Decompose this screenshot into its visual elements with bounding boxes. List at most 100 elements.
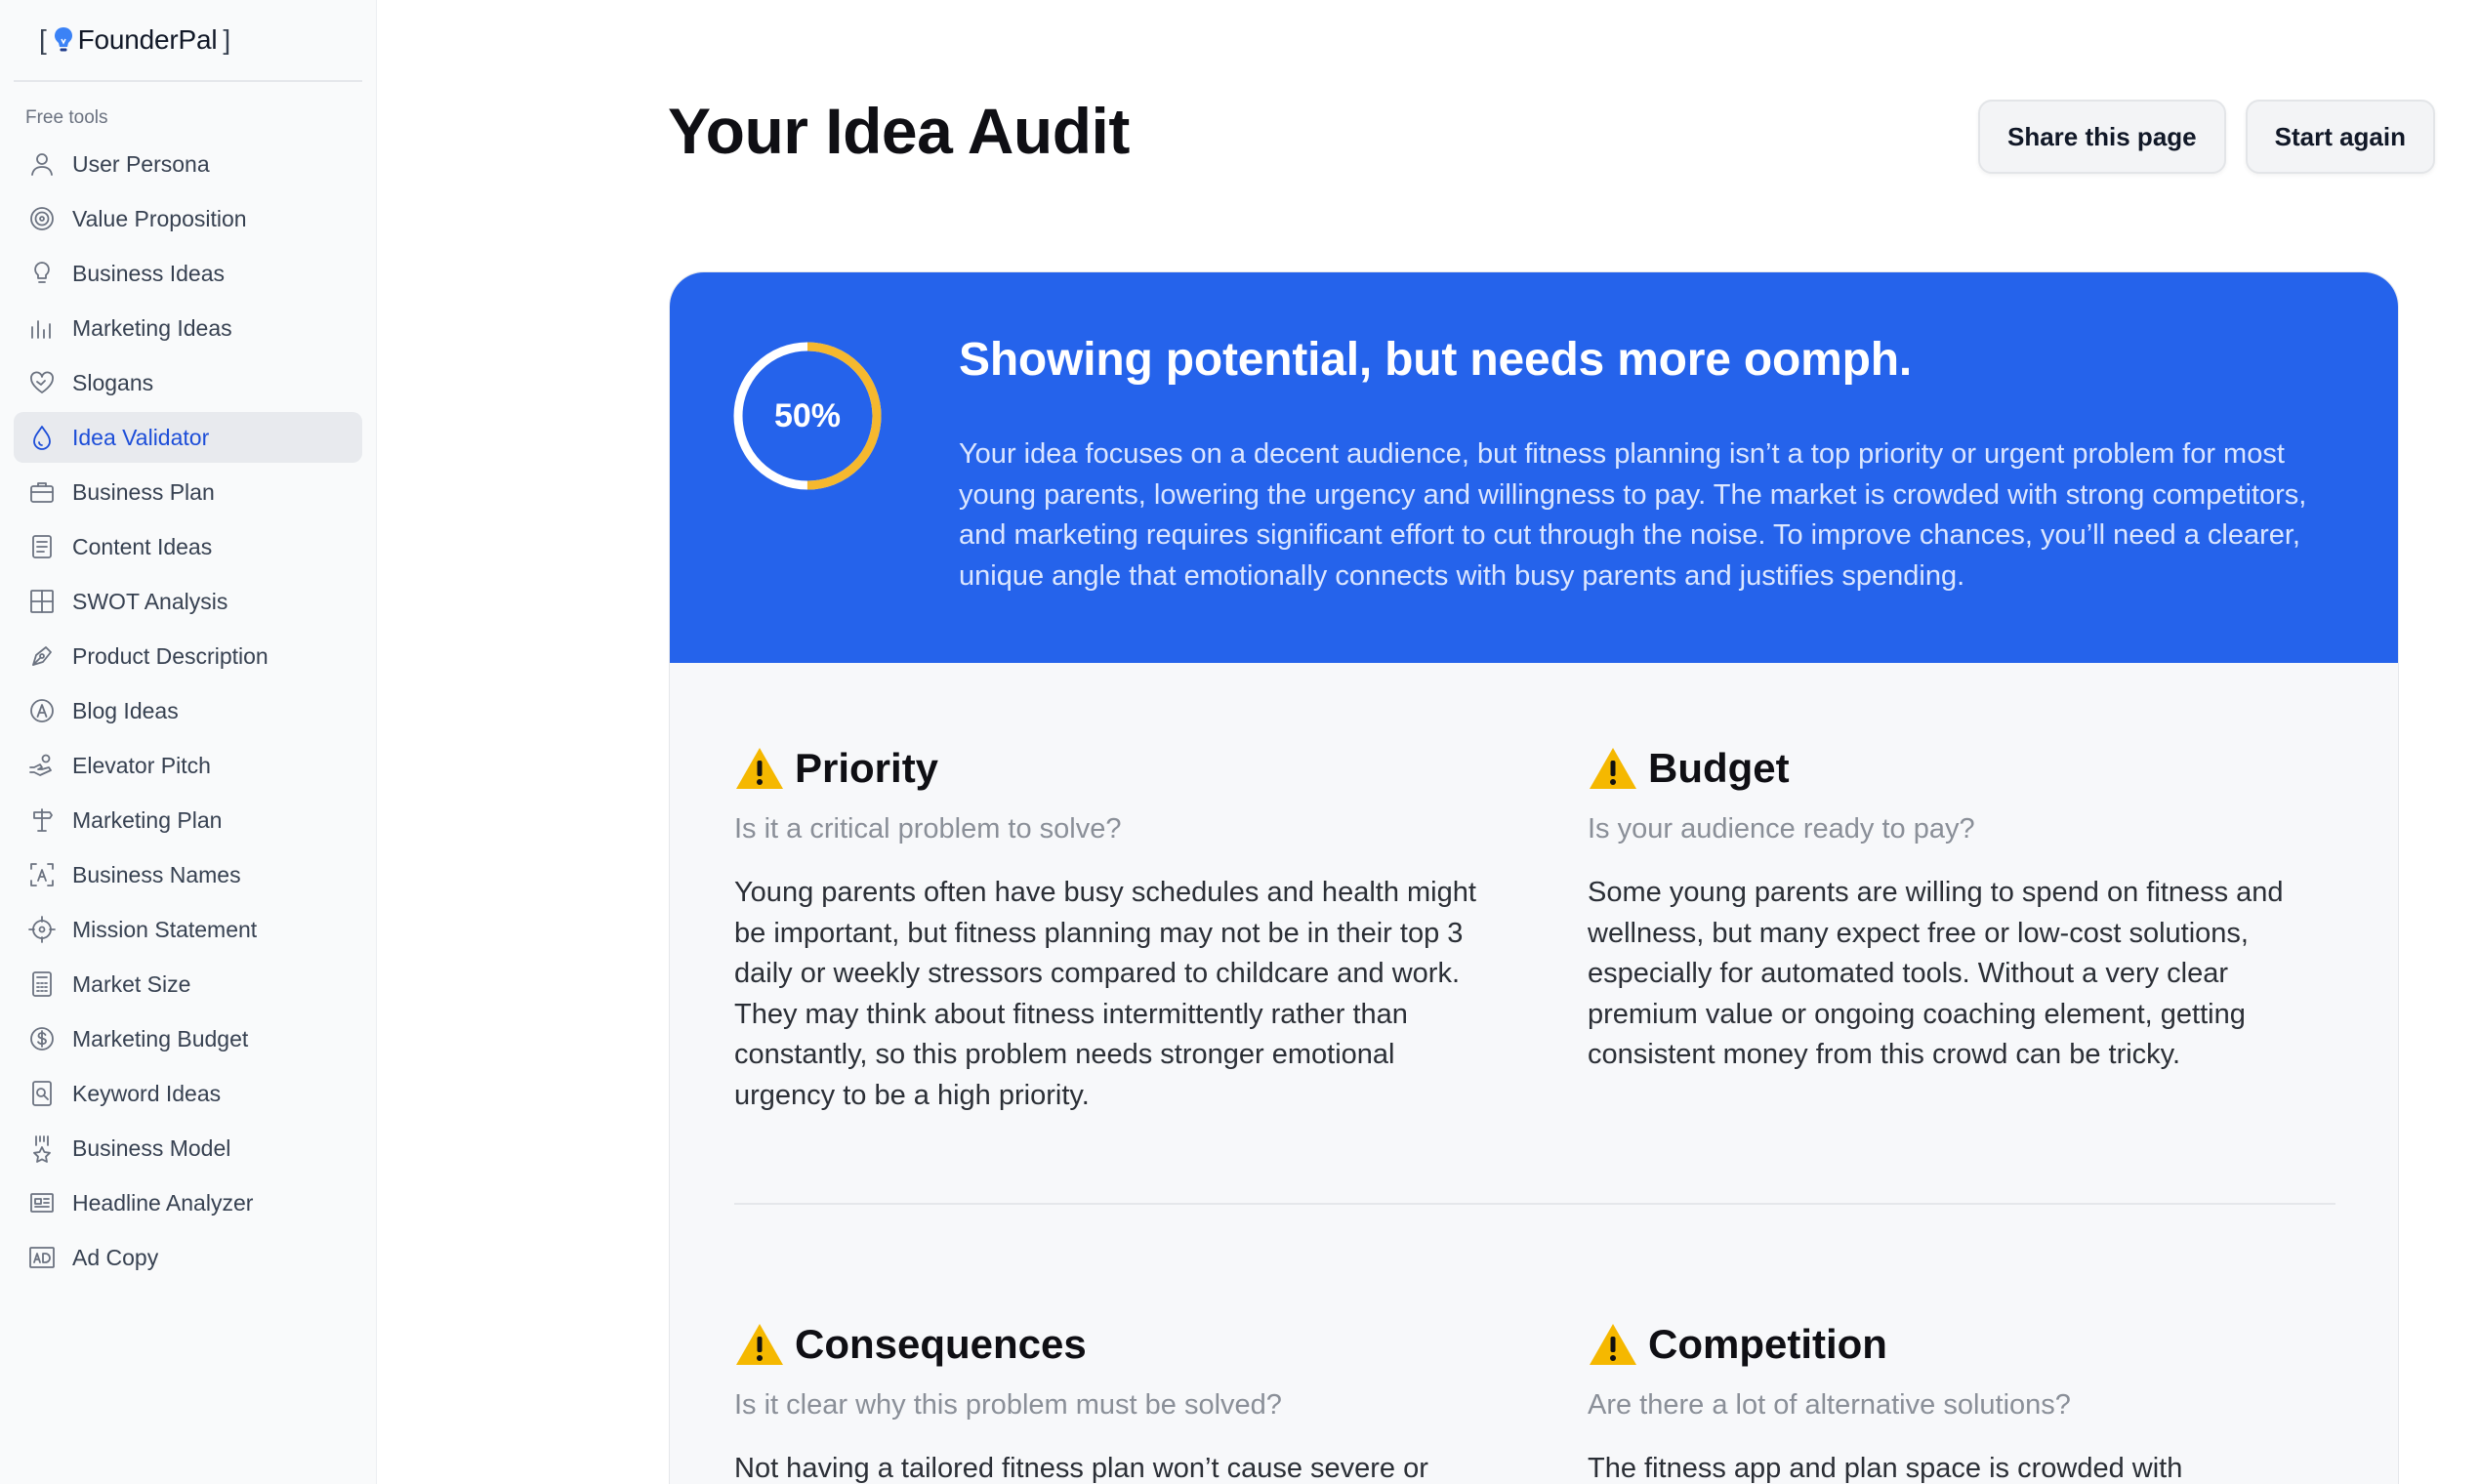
sidebar-item-keyword-ideas[interactable]: Keyword Ideas	[14, 1068, 362, 1119]
sidebar-item-label: Idea Validator	[72, 424, 210, 450]
criterion-title: Priority	[795, 745, 939, 791]
sidebar-item-swot-analysis[interactable]: SWOT Analysis	[14, 576, 362, 627]
sidebar-item-label: Marketing Budget	[72, 1025, 249, 1051]
logo-bracket-close: ]	[223, 24, 230, 55]
letter-a-circle-icon	[27, 696, 57, 725]
sidebar-item-label: Elevator Pitch	[72, 752, 211, 778]
grid-icon	[27, 587, 57, 616]
sidebar-item-label: Market Size	[72, 970, 191, 997]
sidebar-item-label: Mission Statement	[72, 916, 258, 942]
sidebar-item-idea-validator[interactable]: Idea Validator	[14, 412, 362, 463]
document-icon	[27, 532, 57, 561]
criterion-title-row: Priority	[734, 745, 1476, 792]
sidebar-item-business-model[interactable]: Business Model	[14, 1123, 362, 1174]
newspaper-icon	[27, 1188, 57, 1217]
warning-icon	[736, 748, 783, 789]
criterion-answer: Not having a tailored fitness plan won’t…	[734, 1453, 1428, 1484]
score-summary-text: Your idea focuses on a decent audience, …	[959, 438, 2307, 592]
hand-coin-icon	[27, 751, 57, 780]
droplet-icon	[27, 423, 57, 452]
sidebar-item-slogans[interactable]: Slogans	[14, 357, 362, 408]
text-scan-icon	[27, 860, 57, 889]
sidebar-item-product-description[interactable]: Product Description	[14, 631, 362, 681]
sidebar-item-label: Blog Ideas	[72, 697, 179, 723]
criterion-competition: Competition Are there a lot of alternati…	[1588, 1321, 2330, 1484]
bar-chart-icon	[27, 313, 57, 343]
sidebar-item-label: Business Plan	[72, 478, 215, 505]
main-content: Your Idea Audit Share this page Start ag…	[377, 0, 2480, 1484]
sidebar-item-label: Business Names	[72, 861, 241, 887]
warning-icon	[1590, 1324, 1636, 1365]
sidebar-item-ad-copy[interactable]: Ad Copy	[14, 1232, 362, 1283]
criterion-title-row: Budget	[1588, 745, 2330, 792]
section-divider	[734, 1203, 2335, 1205]
criterion-answer: Young parents often have busy schedules …	[734, 877, 1476, 1111]
sidebar-item-label: Marketing Plan	[72, 806, 223, 833]
criterion-question: Is your audience ready to pay?	[1588, 813, 1975, 845]
criterion-title: Budget	[1648, 745, 1790, 791]
share-page-button[interactable]: Share this page	[1978, 100, 2226, 174]
warning-icon	[1590, 748, 1636, 789]
sidebar-item-mission-statement[interactable]: Mission Statement	[14, 904, 362, 955]
sidebar-item-marketing-plan[interactable]: Marketing Plan	[14, 795, 362, 845]
sidebar-item-user-persona[interactable]: User Persona	[14, 139, 362, 189]
sidebar-item-blog-ideas[interactable]: Blog Ideas	[14, 685, 362, 736]
audit-card: 50% Showing potential, but needs more oo…	[669, 271, 2399, 1484]
sidebar-item-business-ideas[interactable]: Business Ideas	[14, 248, 362, 299]
sidebar-item-marketing-ideas[interactable]: Marketing Ideas	[14, 303, 362, 353]
user-icon	[27, 149, 57, 179]
score-summary: 50% Showing potential, but needs more oo…	[670, 272, 2398, 663]
sidebar-item-business-names[interactable]: Business Names	[14, 849, 362, 900]
sidebar-item-label: Keyword Ideas	[72, 1080, 222, 1106]
sidebar-nav: User Persona Value Proposition Business Id…	[14, 139, 362, 1283]
ad-box-icon	[27, 1243, 57, 1272]
crosshair-icon	[27, 915, 57, 944]
header-actions: Share this page Start again	[1978, 100, 2435, 174]
start-again-button[interactable]: Start again	[2245, 100, 2435, 174]
award-ribbon-icon	[27, 1134, 57, 1163]
heart-handshake-icon	[27, 368, 57, 397]
warning-icon	[736, 1324, 783, 1365]
sidebar-item-business-plan[interactable]: Business Plan	[14, 467, 362, 517]
sidebar-item-label: Headline Analyzer	[72, 1189, 254, 1216]
criterion-answer: The fitness app and plan space is crowde…	[1588, 1453, 2183, 1484]
sidebar-item-value-proposition[interactable]: Value Proposition	[14, 193, 362, 244]
criterion-consequences: Consequences Is it clear why this proble…	[734, 1321, 1476, 1484]
sidebar-item-label: Value Proposition	[72, 205, 247, 231]
lightbulb-icon	[27, 259, 57, 288]
briefcase-icon	[27, 477, 57, 507]
dollar-circle-icon	[27, 1024, 57, 1053]
score-headline: Showing potential, but needs more oomph.	[959, 334, 1913, 386]
pen-nib-icon	[27, 641, 57, 671]
logo-bracket-open: [	[39, 24, 47, 55]
criterion-question: Are there a lot of alternative solutions…	[1588, 1389, 2071, 1421]
signpost-icon	[27, 805, 57, 835]
sidebar-item-marketing-budget[interactable]: Marketing Budget	[14, 1013, 362, 1064]
sidebar-item-elevator-pitch[interactable]: Elevator Pitch	[14, 740, 362, 791]
criterion-answer: Some young parents are willing to spend …	[1588, 877, 2284, 1070]
sidebar-item-label: Marketing Ideas	[72, 314, 232, 341]
sidebar-item-content-ideas[interactable]: Content Ideas	[14, 521, 362, 572]
sidebar-item-label: Ad Copy	[72, 1244, 159, 1270]
file-search-icon	[27, 1079, 57, 1108]
sidebar-section-label: Free tools	[25, 107, 108, 128]
criterion-title: Competition	[1648, 1321, 1887, 1367]
criterion-priority: Priority Is it a critical problem to sol…	[734, 745, 1476, 1116]
calculator-icon	[27, 969, 57, 999]
sidebar-item-headline-analyzer[interactable]: Headline Analyzer	[14, 1177, 362, 1228]
criterion-title: Consequences	[795, 1321, 1087, 1367]
page-title: Your Idea Audit	[668, 95, 1130, 167]
lightbulb-logo-icon	[54, 27, 72, 52]
sidebar-item-label: SWOT Analysis	[72, 588, 228, 614]
sidebar-item-label: Business Model	[72, 1134, 231, 1161]
logo-text: FounderPal	[77, 24, 218, 55]
logo[interactable]: [ FounderPal ]	[14, 0, 362, 82]
sidebar-item-label: Product Description	[72, 642, 269, 669]
sidebar-item-label: Content Ideas	[72, 533, 213, 559]
sidebar-item-label: Business Ideas	[72, 260, 225, 286]
sidebar-item-label: User Persona	[72, 150, 210, 177]
target-icon	[27, 204, 57, 233]
sidebar-item-market-size[interactable]: Market Size	[14, 959, 362, 1010]
criterion-title-row: Competition	[1588, 1321, 2330, 1368]
score-percent: 50%	[773, 396, 842, 434]
